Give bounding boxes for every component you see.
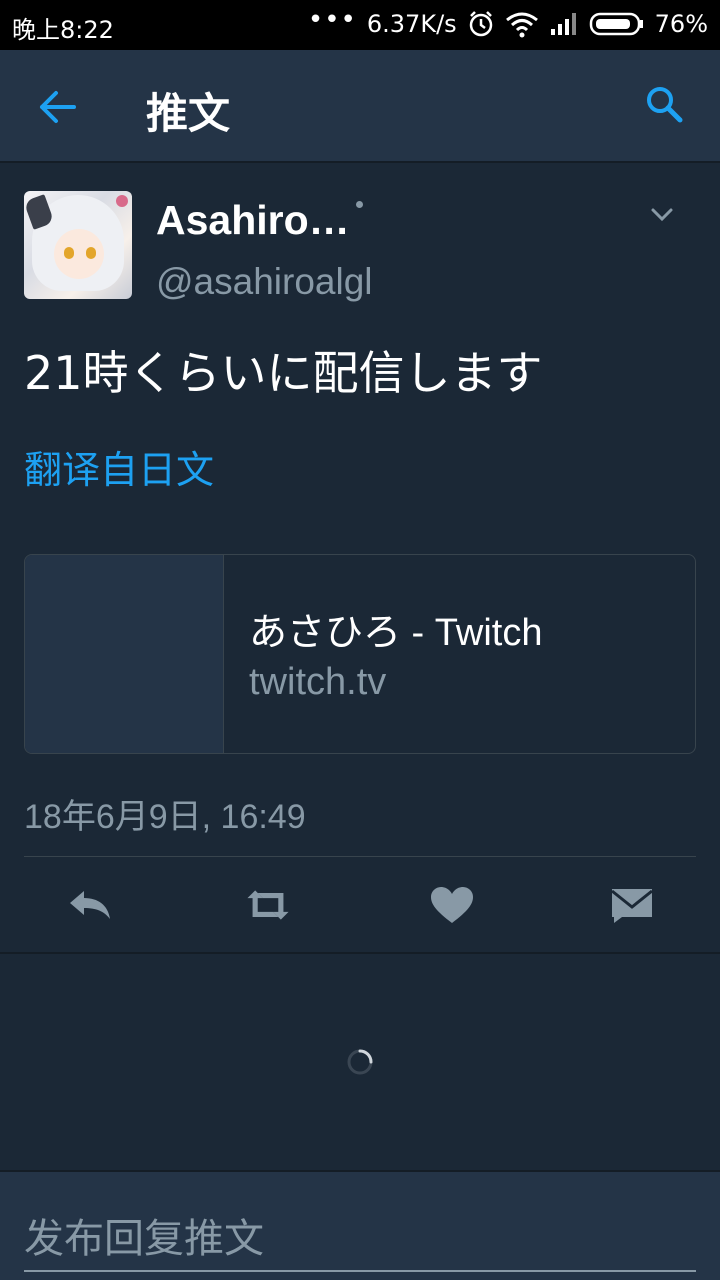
reply-input-placeholder[interactable]: 发布回复推文 xyxy=(24,1206,264,1264)
tweet-text: 21時くらいに配信します xyxy=(24,346,543,400)
direct-message-icon[interactable] xyxy=(608,885,656,925)
back-arrow-icon[interactable] xyxy=(36,86,78,128)
network-speed: 6.37K/s xyxy=(366,10,457,38)
section-divider xyxy=(0,952,720,954)
search-icon[interactable] xyxy=(644,84,684,124)
alarm-icon xyxy=(469,11,492,37)
status-bar: 晚上8:22 ••• 6.37K/s 76% xyxy=(0,0,720,50)
avatar[interactable] xyxy=(24,191,132,299)
avatar-face xyxy=(54,229,104,279)
link-card[interactable]: あさひろ - Twitch twitch.tv xyxy=(24,554,696,754)
avatar-accent xyxy=(116,195,128,207)
card-thumbnail xyxy=(25,555,224,753)
status-indicators: ••• 6.37K/s 76% xyxy=(308,5,708,38)
status-time: 晚上8:22 xyxy=(12,16,114,44)
signal-icon xyxy=(550,13,576,35)
card-title: あさひろ - Twitch xyxy=(249,612,543,654)
tweet-timestamp: 18年6月9日, 16:49 xyxy=(24,798,306,836)
battery-icon xyxy=(589,12,643,36)
tweet-actions xyxy=(0,857,720,953)
reply-icon[interactable] xyxy=(66,885,114,925)
name-dot xyxy=(356,201,363,208)
translate-link[interactable]: 翻译自日文 xyxy=(24,439,214,494)
avatar-eye-right xyxy=(86,247,96,259)
page-title: 推文 xyxy=(146,89,231,138)
user-handle[interactable]: @asahiroalgl xyxy=(156,261,373,303)
card-domain: twitch.tv xyxy=(249,661,387,703)
loading-spinner-icon xyxy=(347,1049,373,1075)
chevron-down-icon[interactable] xyxy=(650,207,674,223)
reply-input-underline xyxy=(24,1270,696,1272)
display-name[interactable]: Asahiro… xyxy=(156,197,350,244)
retweet-icon[interactable] xyxy=(244,885,292,925)
app-toolbar: 推文 xyxy=(0,50,720,163)
wifi-icon xyxy=(505,12,538,38)
battery-percent: 76% xyxy=(654,10,708,38)
like-icon[interactable] xyxy=(428,885,476,925)
notification-dots: ••• xyxy=(307,5,357,35)
avatar-eye-left xyxy=(64,247,74,259)
reply-composer[interactable]: 发布回复推文 xyxy=(0,1170,720,1280)
